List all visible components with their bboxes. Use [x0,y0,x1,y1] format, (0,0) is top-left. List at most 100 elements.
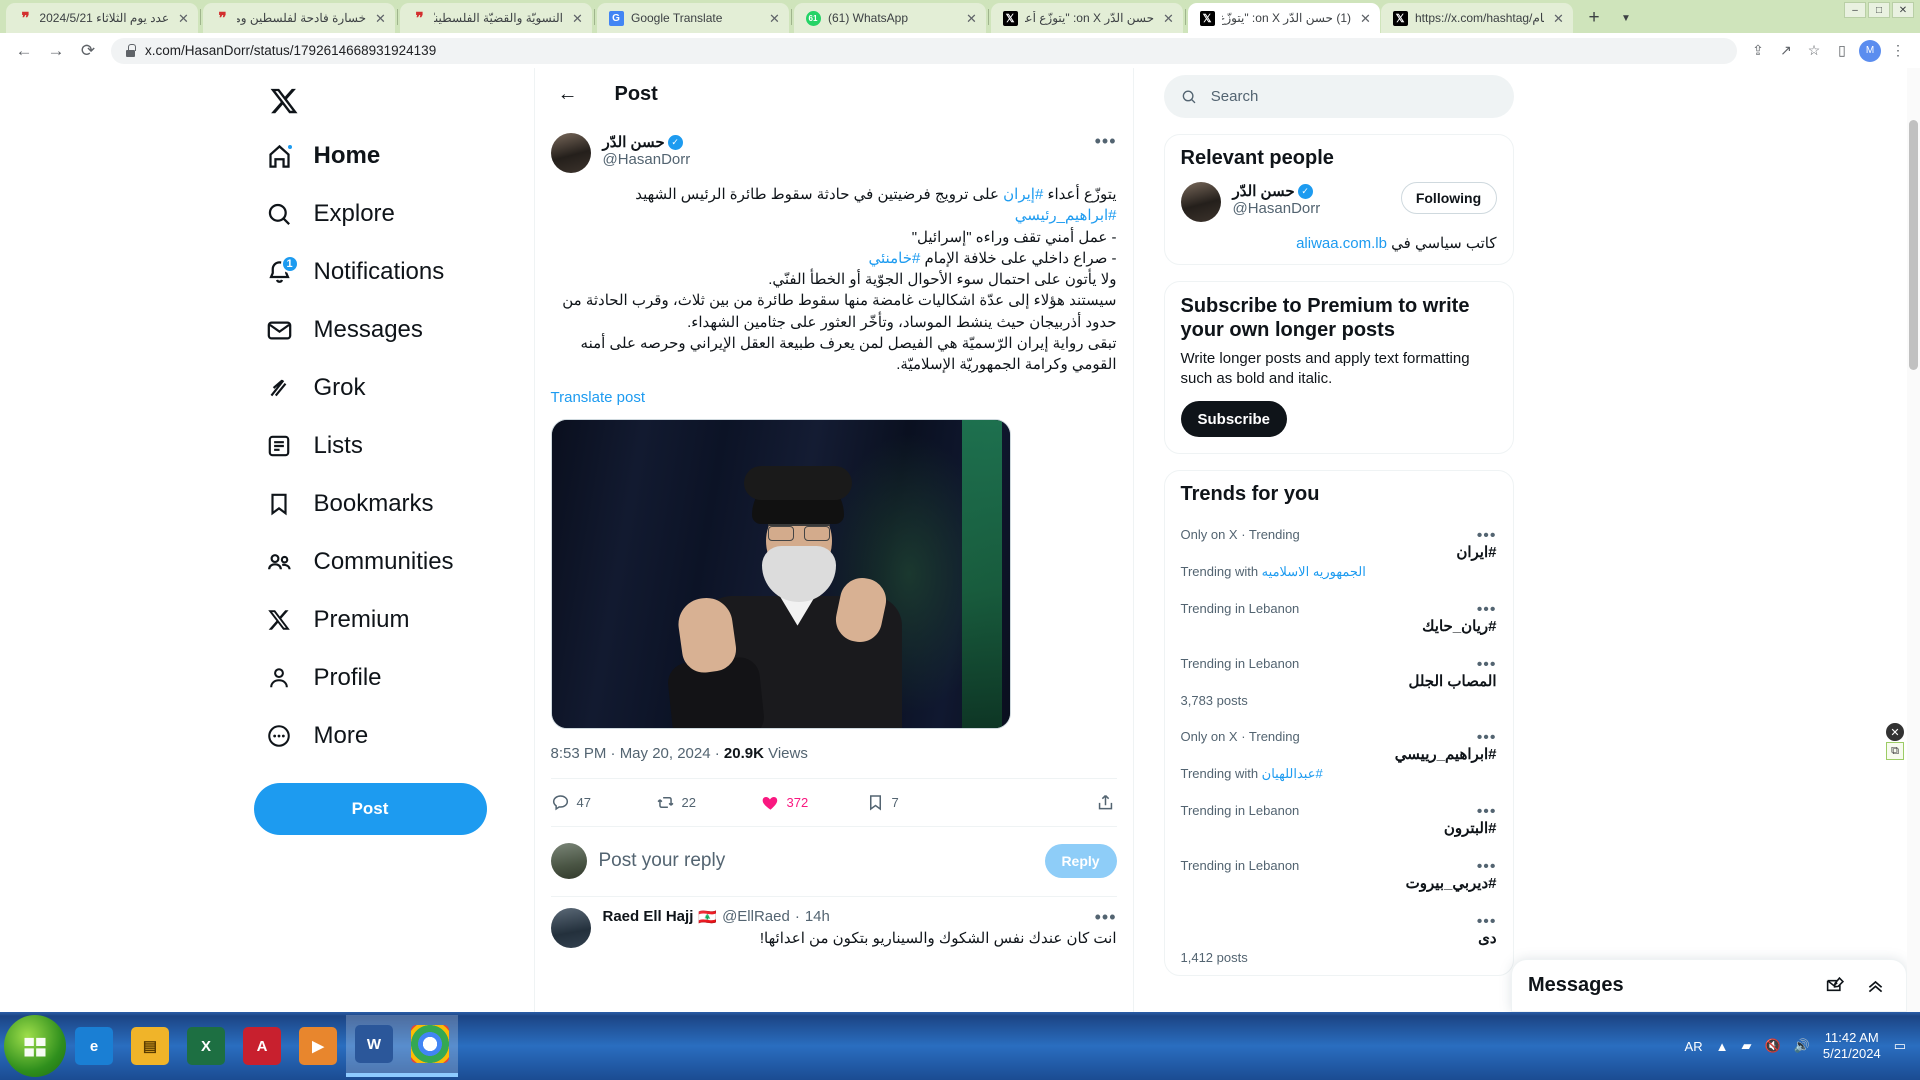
share-action[interactable] [1096,793,1117,812]
trend-sub-link[interactable]: الجمهوريه الاسلاميه [1262,564,1366,579]
account-switcher[interactable]: Maryam M | مريم میرزاده @MirzadehMaryam … [254,1000,506,1012]
search-box[interactable] [1163,75,1514,118]
repost-action[interactable]: 22 [656,793,761,812]
post-button[interactable]: Post [253,783,487,835]
author-handle[interactable]: @HasanDorr [603,151,691,168]
chrome-icon[interactable] [402,1015,458,1077]
new-tab-button[interactable]: + [1580,4,1608,32]
x-logo-icon[interactable] [258,74,311,127]
hashtag-link[interactable]: #خامنئي [869,250,921,267]
adobe-reader-icon[interactable]: A [234,1015,290,1077]
trend-item[interactable]: Trending in Lebanon #ريان_حايك ••• [1165,590,1513,645]
close-window-button[interactable]: ✕ [1892,2,1914,18]
address-bar[interactable]: x.com/HasanDorr/status/17926146689319241… [111,37,1737,64]
close-icon[interactable]: ✕ [570,11,585,26]
person-name[interactable]: حسن الدّر [1233,182,1295,200]
sidebar-item-communities[interactable]: Communities [254,533,468,591]
trend-item[interactable]: Trending in Lebanon المصاب الجلل 3,783 p… [1165,645,1513,718]
browser-tab[interactable]: 𝕏 https://x.com/hashtag/مع_حسام?src ✕ [1381,3,1573,33]
trend-more-icon[interactable]: ••• [1477,913,1497,931]
hashtag-link[interactable]: #ابراهيم_رئيسي [1015,207,1117,224]
sidebar-icon[interactable]: ▯ [1828,37,1856,65]
browser-tab[interactable]: ❞ عدد يوم الثلاثاء 2024/5/21 ✕ [6,3,198,33]
chrome-menu-icon[interactable]: ⋮ [1884,37,1912,65]
comment-author-name[interactable]: Raed Ell Hajj [603,908,694,925]
trend-more-icon[interactable]: ••• [1477,601,1497,619]
share-icon[interactable]: ↗ [1772,37,1800,65]
trend-item[interactable]: Only on X · Trending #ابراهيم_رييسي Tren… [1165,718,1513,792]
sidebar-item-notifications[interactable]: 1 Notifications [254,243,459,301]
close-icon[interactable]: ✕ [1358,11,1373,26]
messages-dock[interactable]: Messages [1511,959,1907,1012]
person-handle[interactable]: @HasanDorr [1233,200,1321,217]
trend-more-icon[interactable]: ••• [1477,527,1497,545]
comment-author-handle[interactable]: @EllRaed [722,908,790,925]
like-action[interactable]: 372 [761,793,866,812]
sound-icon[interactable]: 🔊 [1794,1038,1810,1054]
sidebar-item-grok[interactable]: Grok [254,359,380,417]
browser-tab[interactable]: ❞ خسارة فادحة لفلسطين ومحور المقاومة وأح… [203,3,395,33]
trend-item[interactable]: Trending in Lebanon #البترون ••• [1165,792,1513,847]
avatar[interactable] [1180,182,1221,222]
trend-more-icon[interactable]: ••• [1477,858,1497,876]
trend-more-icon[interactable]: ••• [1477,803,1497,821]
file-explorer-icon[interactable]: ▤ [122,1015,178,1077]
reply-button[interactable]: Reply [1044,844,1117,879]
sidebar-item-premium[interactable]: Premium [254,591,424,649]
bio-link[interactable]: aliwaa.com.lb [1296,235,1387,252]
scrollbar-thumb[interactable] [1909,120,1918,370]
browser-tab[interactable]: 61 (61) WhatsApp ✕ [794,3,986,33]
sidebar-item-messages[interactable]: Messages [254,301,437,359]
forward-button[interactable]: → [40,35,72,67]
word-icon[interactable]: W [346,1015,402,1077]
browser-tab[interactable]: G Google Translate ✕ [597,3,789,33]
close-icon[interactable]: ✕ [964,11,979,26]
bookmark-action[interactable]: 7 [866,793,971,812]
close-icon[interactable]: ✕ [1161,11,1176,26]
avatar[interactable] [550,907,591,948]
bookmark-star-icon[interactable]: ☆ [1800,37,1828,65]
volume-icon[interactable]: 🔇 [1764,1038,1780,1054]
following-button[interactable]: Following [1400,182,1497,214]
person-row[interactable]: حسن الدّر ✓ @HasanDorr Following [1165,180,1513,234]
copy-icon[interactable]: ⧉ [1886,742,1904,760]
sidebar-item-bookmarks[interactable]: Bookmarks [254,475,448,533]
close-icon[interactable]: ✕ [1886,723,1904,741]
sidebar-item-lists[interactable]: Lists [254,417,377,475]
comment-more-icon[interactable]: ••• [1095,907,1117,928]
post-more-icon[interactable]: ••• [1095,131,1117,152]
notification-icon[interactable]: ▭ [1894,1038,1906,1054]
reply-composer[interactable]: Post your reply Reply [550,827,1117,897]
trend-more-icon[interactable]: ••• [1477,656,1497,674]
start-orb-icon[interactable] [4,1015,66,1077]
close-icon[interactable]: ✕ [373,11,388,26]
author-name[interactable]: حسن الدّر [603,133,665,151]
sidebar-item-home[interactable]: Home [254,127,395,185]
maximize-button[interactable]: □ [1868,2,1890,18]
trend-item[interactable]: Trending in Lebanon #ديربي_بيروت ••• [1165,847,1513,902]
subscribe-button[interactable]: Subscribe [1180,401,1288,438]
tab-search-icon[interactable]: ▼ [1614,6,1638,30]
media-player-icon[interactable]: ▶ [290,1015,346,1077]
reply-action[interactable]: 47 [551,793,656,812]
chevron-up-icon[interactable] [1860,971,1890,1001]
sidebar-item-profile[interactable]: Profile [254,649,396,707]
reply-input[interactable]: Post your reply [599,850,1033,872]
close-icon[interactable]: ✕ [1551,11,1566,26]
avatar[interactable] [550,133,591,173]
browser-tab[interactable]: ❞ النسويّة والقضيّة الفلسطينيّة ✕ [400,3,592,33]
tray-language[interactable]: AR [1685,1039,1703,1054]
trend-item[interactable]: Only on X · Trending #ايران Trending wit… [1165,516,1513,590]
back-button[interactable]: ← [8,35,40,67]
reload-button[interactable]: ⟳ [72,35,104,67]
back-arrow-icon[interactable]: ← [551,78,585,112]
network-icon[interactable]: ▰ [1741,1038,1751,1054]
sidebar-item-more[interactable]: More [254,707,383,765]
chevron-up-icon[interactable]: ▲ [1716,1039,1729,1054]
hashtag-link[interactable]: #إيران [1003,186,1043,203]
new-message-icon[interactable] [1820,971,1850,1001]
post-image[interactable] [550,418,1011,729]
browser-tab[interactable]: 𝕏 حسن الدّر on X: "يتوزّع أعداء #إيران ✕ [991,3,1183,33]
install-app-icon[interactable]: ⇪ [1744,37,1772,65]
clock[interactable]: 11:42 AM 5/21/2024 [1823,1030,1881,1063]
